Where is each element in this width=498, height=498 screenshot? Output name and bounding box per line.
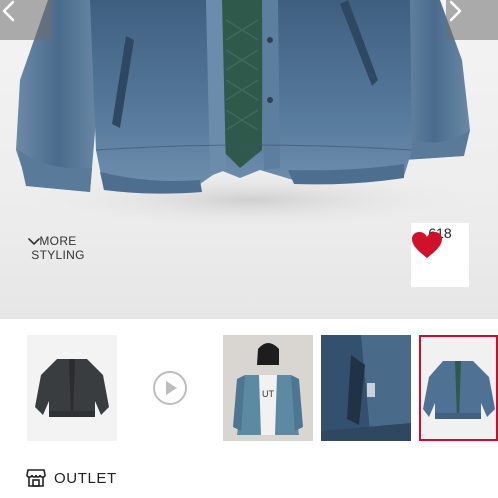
chevron-right-icon xyxy=(449,0,462,22)
section-divider xyxy=(0,318,498,319)
prev-image-button[interactable] xyxy=(0,0,52,40)
heart-icon xyxy=(412,232,442,258)
more-styling-button[interactable]: MORE STYLING xyxy=(28,234,88,286)
model-thumb-image: UT xyxy=(223,335,313,441)
store-icon xyxy=(26,469,46,487)
chevron-left-icon xyxy=(2,0,15,22)
denim-thumb-image xyxy=(421,337,496,439)
thumb-model-wearing[interactable]: UT xyxy=(223,335,313,441)
like-button[interactable]: 618 xyxy=(411,223,469,287)
detail-thumb-image xyxy=(321,335,411,441)
black-jacket-thumb-image xyxy=(27,335,117,441)
thumb-black-jacket[interactable] xyxy=(27,335,117,441)
video-play-button[interactable] xyxy=(152,370,188,406)
chevron-down-icon xyxy=(28,238,40,246)
play-icon xyxy=(153,371,187,405)
svg-text:UT: UT xyxy=(262,389,274,399)
thumb-denim-jacket[interactable] xyxy=(419,335,498,441)
thumb-detail-closeup[interactable] xyxy=(321,335,411,441)
next-image-button[interactable] xyxy=(446,0,498,40)
more-styling-line1: MORE xyxy=(39,234,77,248)
more-styling-line2: STYLING xyxy=(31,248,85,262)
outlet-label: OUTLET xyxy=(54,469,117,487)
product-hero-image[interactable]: MORE STYLING 618 xyxy=(0,0,498,318)
outlet-link[interactable]: OUTLET xyxy=(26,466,117,490)
